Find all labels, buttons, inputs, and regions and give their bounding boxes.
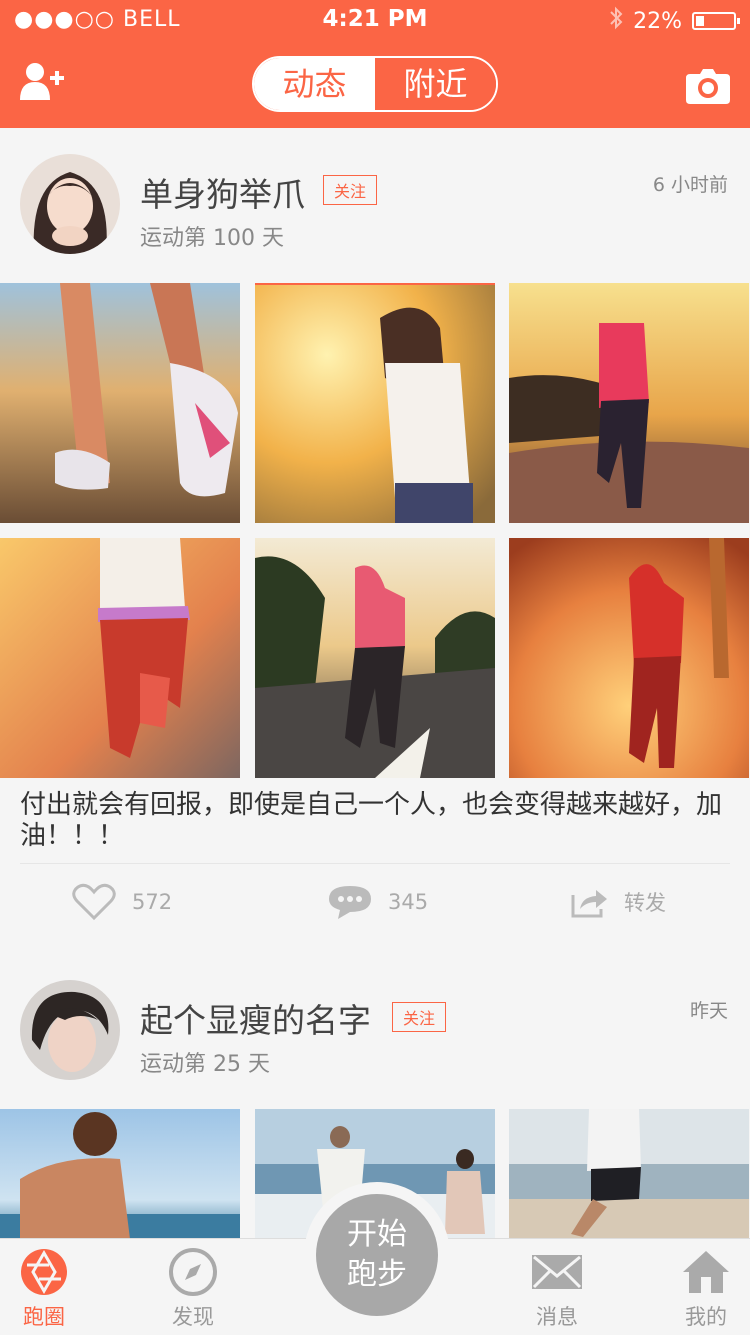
- start-run-button[interactable]: 开始跑步: [316, 1194, 438, 1316]
- tab-label: 跑圈: [23, 1305, 65, 1329]
- like-count: 572: [132, 890, 173, 914]
- streak-days: 运动第 25 天: [140, 1052, 270, 1077]
- camera-button[interactable]: [686, 66, 730, 104]
- add-friend-button[interactable]: [20, 62, 64, 102]
- compass-icon: [169, 1248, 217, 1296]
- share-label: 转发: [624, 891, 666, 915]
- follow-button[interactable]: 关注: [323, 175, 378, 205]
- comment-count: 345: [388, 890, 429, 914]
- bluetooth-icon: [609, 6, 623, 36]
- post-time: 6 小时前: [652, 174, 728, 196]
- tab-label: 我的: [685, 1305, 727, 1329]
- follow-button[interactable]: 关注: [392, 1002, 447, 1032]
- streak-days: 运动第 100 天: [140, 226, 284, 251]
- post-time: 昨天: [689, 1000, 728, 1022]
- heart-icon: [72, 883, 116, 921]
- post-photo[interactable]: [255, 283, 495, 523]
- tab-running-circle[interactable]: 跑圈: [0, 1239, 94, 1335]
- add-user-icon: [20, 63, 64, 100]
- share-button[interactable]: 转发: [570, 880, 666, 924]
- username[interactable]: 单身狗举爪: [140, 168, 305, 216]
- post-photo[interactable]: [509, 538, 749, 778]
- avatar[interactable]: [20, 154, 120, 254]
- home-icon: [683, 1251, 729, 1293]
- battery-icon: [692, 12, 740, 30]
- tab-discover[interactable]: 发现: [143, 1239, 243, 1335]
- post-photo[interactable]: [509, 283, 749, 523]
- tab-nearby[interactable]: 附近: [375, 58, 496, 110]
- post-photo[interactable]: [509, 1109, 749, 1239]
- tab-label: 发现: [172, 1305, 214, 1329]
- nav-bar: ●●●○○ BELL 4:21 PM 22% 动态 附近: [0, 0, 750, 128]
- mail-icon: [532, 1255, 582, 1289]
- post-caption: 付出就会有回报，即使是自己一个人，也会变得越来越好，加油！！！: [20, 790, 723, 851]
- username[interactable]: 起个显瘦的名字: [140, 994, 371, 1042]
- post-card: 单身狗举爪 关注 运动第 100 天 6 小时前 付出就会有回报，即使是自己一个…: [0, 128, 750, 938]
- feed-segmented-control: 动态 附近: [252, 56, 498, 112]
- tab-me[interactable]: 我的: [656, 1239, 750, 1335]
- post-photo[interactable]: [0, 1109, 240, 1239]
- aperture-icon: [21, 1249, 67, 1295]
- post-photo[interactable]: [0, 283, 240, 523]
- status-bar: ●●●○○ BELL 4:21 PM 22%: [0, 0, 750, 40]
- start-run-button-frame: 开始跑步: [304, 1182, 450, 1328]
- comment-button[interactable]: 345: [328, 880, 428, 924]
- share-icon: [571, 890, 607, 918]
- tab-feed[interactable]: 动态: [254, 58, 375, 110]
- tab-messages[interactable]: 消息: [507, 1239, 607, 1335]
- battery-percent: 22%: [633, 8, 682, 34]
- avatar[interactable]: [20, 980, 120, 1080]
- post-photo[interactable]: [255, 538, 495, 778]
- divider: [20, 863, 730, 864]
- tab-label: 消息: [536, 1305, 578, 1329]
- like-button[interactable]: 572: [72, 880, 172, 924]
- camera-icon: [686, 69, 730, 104]
- comment-icon: [329, 886, 371, 919]
- post-photo[interactable]: [0, 538, 240, 778]
